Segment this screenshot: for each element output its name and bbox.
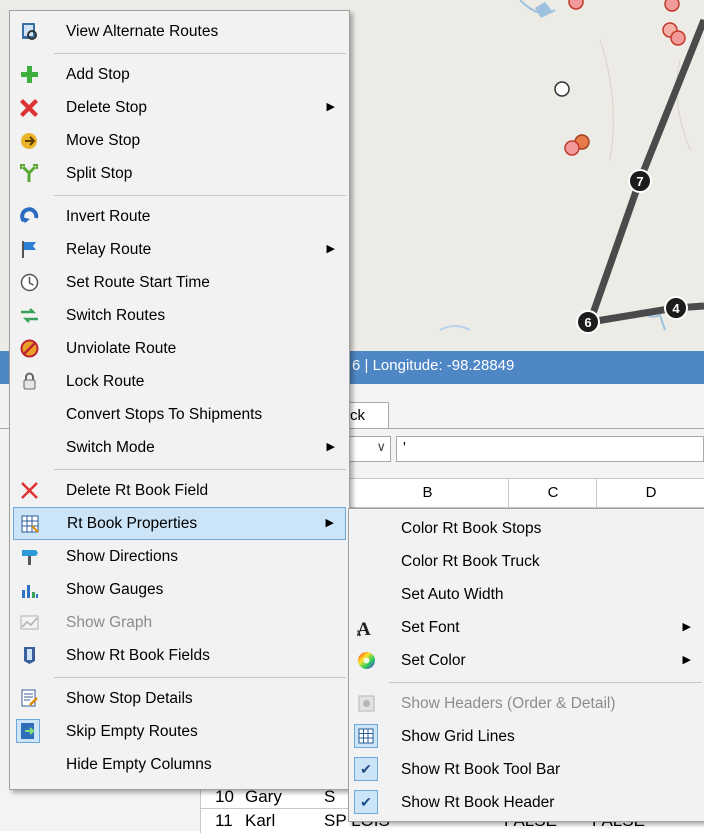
svg-text:6: 6	[584, 315, 591, 330]
route-marker[interactable]: 7	[628, 169, 652, 193]
map-stop	[568, 0, 584, 10]
headers-icon	[357, 694, 376, 713]
svg-text:4: 4	[672, 301, 680, 316]
menu-item-show-stop-details[interactable]: Show Stop Details	[10, 682, 349, 715]
menu-item-show-headers[interactable]: Show Headers (Order & Detail)	[349, 687, 704, 720]
tab-route-book[interactable]: ck	[345, 402, 389, 428]
menu-item-skip-empty-routes[interactable]: Skip Empty Routes	[10, 715, 349, 748]
move-stop-icon	[20, 131, 39, 150]
submenu-arrow-icon: ▶	[326, 441, 335, 453]
menu-item-add-stop[interactable]: Add Stop	[10, 58, 349, 91]
menu-item-rt-book-properties[interactable]: Rt Book Properties ▶	[13, 507, 346, 540]
graph-icon	[20, 613, 39, 632]
signpost-icon	[20, 547, 39, 566]
switch-icon	[20, 306, 39, 325]
menu-item-color-rt-book-truck[interactable]: Color Rt Book Truck	[349, 545, 704, 578]
menu-item-unviolate-route[interactable]: Unviolate Route	[10, 332, 349, 365]
svg-text:7: 7	[636, 174, 643, 189]
lock-icon	[20, 372, 39, 391]
divider	[389, 682, 702, 683]
submenu-arrow-icon: ▶	[326, 243, 335, 255]
font-icon: Aa	[355, 618, 376, 640]
route-marker[interactable]: 4	[664, 296, 688, 320]
submenu-arrow-icon: ▶	[682, 654, 691, 666]
red-x-thin-icon	[20, 481, 39, 500]
menu-item-show-rt-book-header[interactable]: ✔ Show Rt Book Header	[349, 786, 704, 819]
menu-item-delete-stop[interactable]: Delete Stop ▶	[10, 91, 349, 124]
menu-item-set-auto-width[interactable]: Set Auto Width	[349, 578, 704, 611]
menu-item-relay-route[interactable]: Relay Route ▶	[10, 233, 349, 266]
menu-item-switch-routes[interactable]: Switch Routes	[10, 299, 349, 332]
chevron-down-icon: ∨	[376, 439, 386, 454]
cell-reference-dropdown[interactable]: ∨	[345, 436, 391, 462]
split-icon	[20, 164, 39, 183]
unviolate-icon	[20, 339, 39, 358]
map-stop	[664, 0, 680, 12]
column-header[interactable]: B	[345, 479, 509, 507]
map-stop	[554, 81, 570, 97]
menu-item-color-rt-book-stops[interactable]: Color Rt Book Stops	[349, 512, 704, 545]
menu-item-lock-route[interactable]: Lock Route	[10, 365, 349, 398]
coordinate-readout: 6 | Longitude: -98.28849	[352, 357, 515, 374]
submenu-arrow-icon: ▶	[325, 517, 334, 529]
color-wheel-icon	[357, 651, 376, 670]
skip-icon	[16, 719, 40, 743]
svg-text:a: a	[357, 628, 361, 637]
menu-item-show-gauges[interactable]: Show Gauges	[10, 573, 349, 606]
menu-item-show-grid-lines[interactable]: Show Grid Lines	[349, 720, 704, 753]
flag-icon	[20, 240, 39, 259]
bar-chart-icon	[20, 580, 39, 599]
divider	[54, 469, 346, 470]
context-menu: View Alternate Routes Add Stop Delete St…	[9, 10, 350, 790]
menu-item-convert-stops-to-shipments[interactable]: Convert Stops To Shipments	[10, 398, 349, 431]
fields-icon	[20, 646, 39, 665]
menu-item-hide-empty-columns[interactable]: Hide Empty Columns	[10, 748, 349, 781]
menu-item-show-rt-book-fields[interactable]: Show Rt Book Fields	[10, 639, 349, 672]
check-icon: ✔	[354, 790, 378, 814]
divider	[54, 677, 346, 678]
view-routes-icon	[20, 22, 39, 41]
menu-item-invert-route[interactable]: Invert Route	[10, 200, 349, 233]
divider	[54, 53, 346, 54]
submenu-arrow-icon: ▶	[326, 101, 335, 113]
cell-name: Karl	[245, 811, 276, 830]
grid-icon	[354, 724, 378, 748]
menu-item-set-color[interactable]: Set Color ▶	[349, 644, 704, 677]
menu-item-show-graph[interactable]: Show Graph	[10, 606, 349, 639]
formula-input[interactable]: '	[396, 436, 704, 462]
invert-icon	[20, 207, 39, 226]
column-header[interactable]: D	[596, 479, 704, 507]
column-headers: B C D	[345, 478, 704, 508]
menu-item-show-rt-book-tool-bar[interactable]: ✔ Show Rt Book Tool Bar	[349, 753, 704, 786]
submenu-arrow-icon: ▶	[682, 621, 691, 633]
check-icon: ✔	[354, 757, 378, 781]
green-plus-icon	[20, 65, 39, 84]
details-icon	[20, 689, 39, 708]
map-stop	[564, 140, 580, 156]
menu-item-switch-mode[interactable]: Switch Mode ▶	[10, 431, 349, 464]
route-marker[interactable]: 6	[576, 310, 600, 334]
menu-item-set-route-start-time[interactable]: Set Route Start Time	[10, 266, 349, 299]
map-stop	[670, 30, 686, 46]
clock-icon	[20, 273, 39, 292]
properties-icon	[21, 515, 40, 534]
menu-item-set-font[interactable]: Aa Set Font ▶	[349, 611, 704, 644]
menu-item-delete-rt-book-field[interactable]: Delete Rt Book Field	[10, 474, 349, 507]
submenu-rt-book-properties: Color Rt Book Stops Color Rt Book Truck …	[348, 508, 704, 822]
column-header[interactable]: C	[508, 479, 597, 507]
menu-item-move-stop[interactable]: Move Stop	[10, 124, 349, 157]
divider	[54, 195, 346, 196]
menu-item-view-alternate-routes[interactable]: View Alternate Routes	[10, 15, 349, 48]
menu-item-show-directions[interactable]: Show Directions	[10, 540, 349, 573]
red-x-icon	[20, 98, 39, 117]
menu-item-split-stop[interactable]: Split Stop	[10, 157, 349, 190]
row-number: 11	[215, 811, 233, 830]
